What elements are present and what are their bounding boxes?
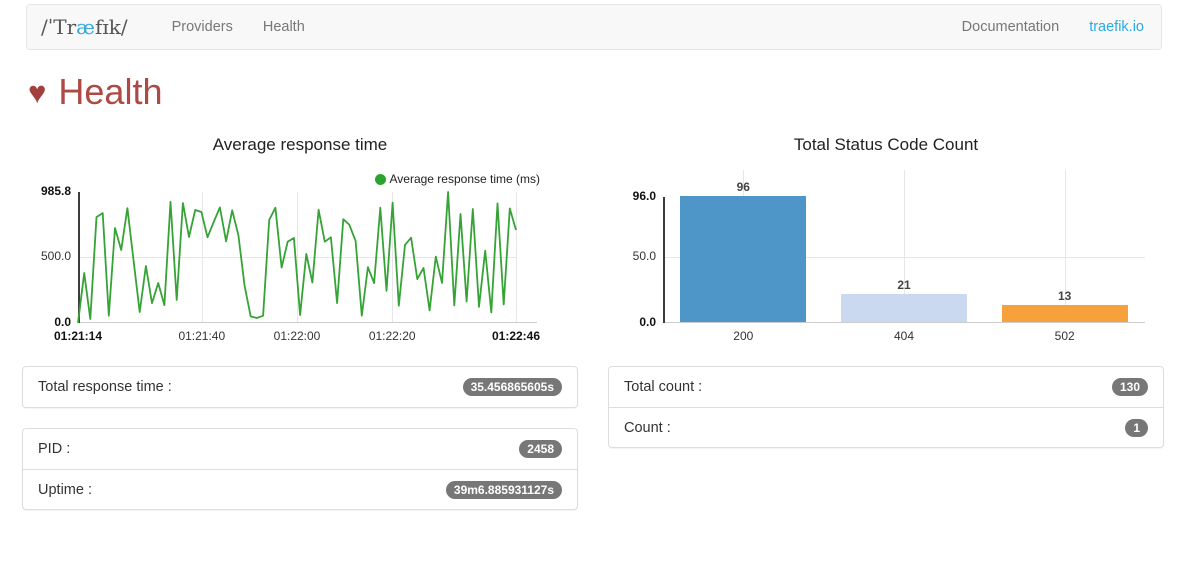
bar-value-label: 21 (897, 278, 910, 292)
line-plot-area: 985.8500.00.001:21:1401:21:4001:22:0001:… (78, 192, 516, 323)
uptime-label: Uptime : (38, 482, 92, 498)
total-response-time-badge: 35.456865605s (463, 378, 562, 396)
navbar: /ˈTræfɪk/ Providers Health Documentation… (26, 4, 1162, 50)
x-gridline (516, 192, 517, 323)
bar-chart-title: Total Status Code Count (608, 135, 1164, 155)
x-tick-label: 01:22:20 (369, 329, 416, 343)
bar-value-label: 96 (737, 180, 750, 194)
y-tick-label: 985.8 (41, 184, 71, 198)
right-panels-column: Total count : 130 Count : 1 (608, 366, 1164, 468)
page-header: ♥ Health (28, 68, 162, 116)
x-tick-label: 01:22:46 (492, 329, 540, 343)
heart-icon: ♥ (28, 77, 46, 108)
left-panels-column: Total response time : 35.456865605s PID : 2… (22, 366, 578, 530)
y-tick-label: 500.0 (41, 249, 71, 263)
y-tick-label: 0.0 (639, 315, 656, 329)
total-count-badge: 130 (1112, 378, 1148, 396)
x-tick-label: 01:21:40 (178, 329, 225, 343)
uptime-badge: 39m6.885931127s (446, 481, 562, 499)
brand-accent: æ (76, 15, 95, 39)
line-chart-title: Average response time (22, 135, 578, 155)
response-time-line (78, 192, 516, 323)
brand-logo[interactable]: /ˈTræfɪk/ (27, 5, 143, 49)
info-panel: Total count : 130 Count : 1 (608, 366, 1164, 448)
bar-value-label: 13 (1058, 289, 1071, 303)
legend-dot-icon (375, 174, 386, 185)
navbar-left-links: Providers Health (157, 5, 320, 49)
nav-documentation[interactable]: Documentation (947, 5, 1075, 49)
nav-traefik-io[interactable]: traefik.io (1074, 5, 1159, 49)
total-response-time-row: Total response time : 35.456865605s (23, 367, 577, 407)
status-bar-200 (680, 196, 806, 322)
total-count-row: Total count : 130 (609, 367, 1163, 407)
y-tick-label: 50.0 (633, 249, 656, 263)
total-count-label: Total count : (624, 379, 702, 395)
pid-row: PID : 2458 (23, 429, 577, 469)
bar-plot-area: 96200214041350296.050.00.0 (663, 170, 1145, 323)
status-bar-404 (841, 294, 967, 322)
bar-category-label: 404 (894, 329, 914, 343)
info-panel: PID : 2458 Uptime : 39m6.885931127s (22, 428, 578, 510)
pid-badge: 2458 (519, 440, 562, 458)
y-tick-label: 0.0 (54, 315, 71, 329)
uptime-row: Uptime : 39m6.885931127s (23, 469, 577, 509)
count-row: Count : 1 (609, 407, 1163, 447)
count-label: Count : (624, 420, 671, 436)
line-chart-legend: Average response time (ms) (375, 172, 540, 186)
count-badge: 1 (1125, 419, 1148, 437)
bar-category-label: 200 (733, 329, 753, 343)
bar-category-label: 502 (1055, 329, 1075, 343)
y-tick-label: 96.0 (633, 189, 656, 203)
info-panel: Total response time : 35.456865605s (22, 366, 578, 408)
y-axis-line (663, 197, 665, 323)
status-bar-502 (1002, 305, 1128, 322)
nav-providers[interactable]: Providers (157, 5, 248, 49)
x-tick-label: 01:22:00 (274, 329, 321, 343)
response-time-chart: Average response time Average response t… (22, 130, 578, 360)
navbar-right-links: Documentation traefik.io (947, 5, 1159, 49)
total-response-time-label: Total response time : (38, 379, 172, 395)
page-title: Health (58, 74, 162, 110)
traefik-health-page: /ˈTræfɪk/ Providers Health Documentation… (0, 0, 1186, 567)
x-tick-label: 01:21:14 (54, 329, 102, 343)
legend-label: Average response time (ms) (389, 172, 540, 186)
status-code-chart: Total Status Code Count 9620021404135029… (608, 130, 1164, 360)
brand-pre: /ˈTr (41, 15, 76, 39)
brand-post: fɪk/ (95, 15, 128, 39)
nav-health[interactable]: Health (248, 5, 320, 49)
x-axis-line (663, 322, 1145, 323)
pid-label: PID : (38, 441, 70, 457)
